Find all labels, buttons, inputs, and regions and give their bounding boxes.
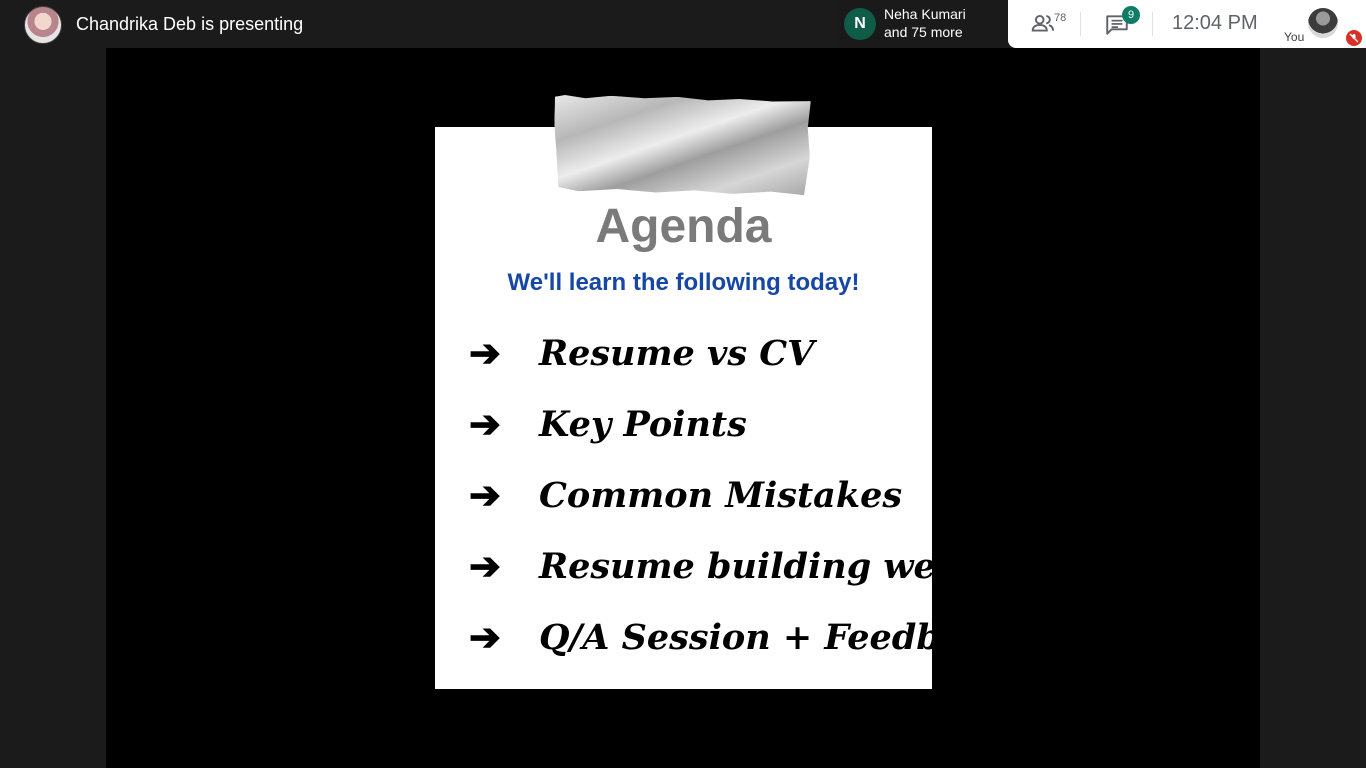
arrow-right-icon: ➔: [469, 404, 501, 446]
meeting-controls: 78 9 12:04 PM: [1008, 0, 1280, 48]
presenter-avatar[interactable]: [24, 6, 62, 44]
agenda-list: ➔ Resume vs CV ➔ Key Points ➔ Common Mis…: [469, 331, 1051, 686]
agenda-item: ➔ Resume building websites: [469, 544, 1051, 615]
tape-graphic: [553, 95, 811, 195]
arrow-right-icon: ➔: [469, 617, 501, 659]
participant-name: Neha Kumari: [884, 6, 966, 22]
agenda-item: ➔ Resume vs CV: [469, 331, 909, 402]
self-view-tile[interactable]: You: [1280, 0, 1366, 48]
people-button[interactable]: 78: [1030, 10, 1076, 38]
arrow-right-icon: ➔: [469, 546, 501, 588]
participant-avatar: N: [844, 8, 876, 40]
divider: [1152, 12, 1153, 36]
agenda-item-text: Q/A Session + Feedbacks: [539, 617, 1029, 658]
people-count: 78: [1054, 12, 1067, 24]
arrow-right-icon: ➔: [469, 333, 501, 375]
agenda-item: ➔ Key Points: [469, 402, 909, 473]
agenda-item: ➔ Q/A Session + Feedbacks: [469, 615, 1029, 686]
slide-title: Agenda: [595, 200, 772, 253]
mic-off-icon: [1346, 30, 1362, 46]
self-avatar: [1308, 8, 1338, 38]
clock: 12:04 PM: [1172, 12, 1258, 34]
chat-unread-badge: 9: [1122, 6, 1140, 24]
agenda-item-text: Resume building websites: [539, 546, 1052, 587]
presenter-status-text: Chandrika Deb is presenting: [76, 14, 304, 34]
top-bar: Chandrika Deb is presenting N Neha Kumar…: [0, 0, 1366, 48]
participant-more-count: and 75 more: [884, 24, 963, 40]
divider: [1080, 12, 1081, 36]
chat-button[interactable]: 9: [1104, 6, 1140, 40]
agenda-item-text: Common Mistakes: [539, 475, 903, 516]
arrow-right-icon: ➔: [469, 475, 501, 517]
agenda-item-text: Resume vs CV: [539, 333, 815, 374]
slide-subtitle: We'll learn the following today!: [507, 269, 860, 296]
slide: Agenda We'll learn the following today! …: [435, 127, 1051, 689]
agenda-item: ➔ Common Mistakes: [469, 473, 909, 544]
participants-chip[interactable]: N Neha Kumari and 75 more: [836, 0, 1008, 48]
self-label: You: [1284, 30, 1305, 44]
presentation-stage: Agenda We'll learn the following today! …: [106, 48, 1260, 768]
agenda-item-text: Key Points: [539, 404, 747, 445]
people-icon: [1031, 14, 1055, 32]
